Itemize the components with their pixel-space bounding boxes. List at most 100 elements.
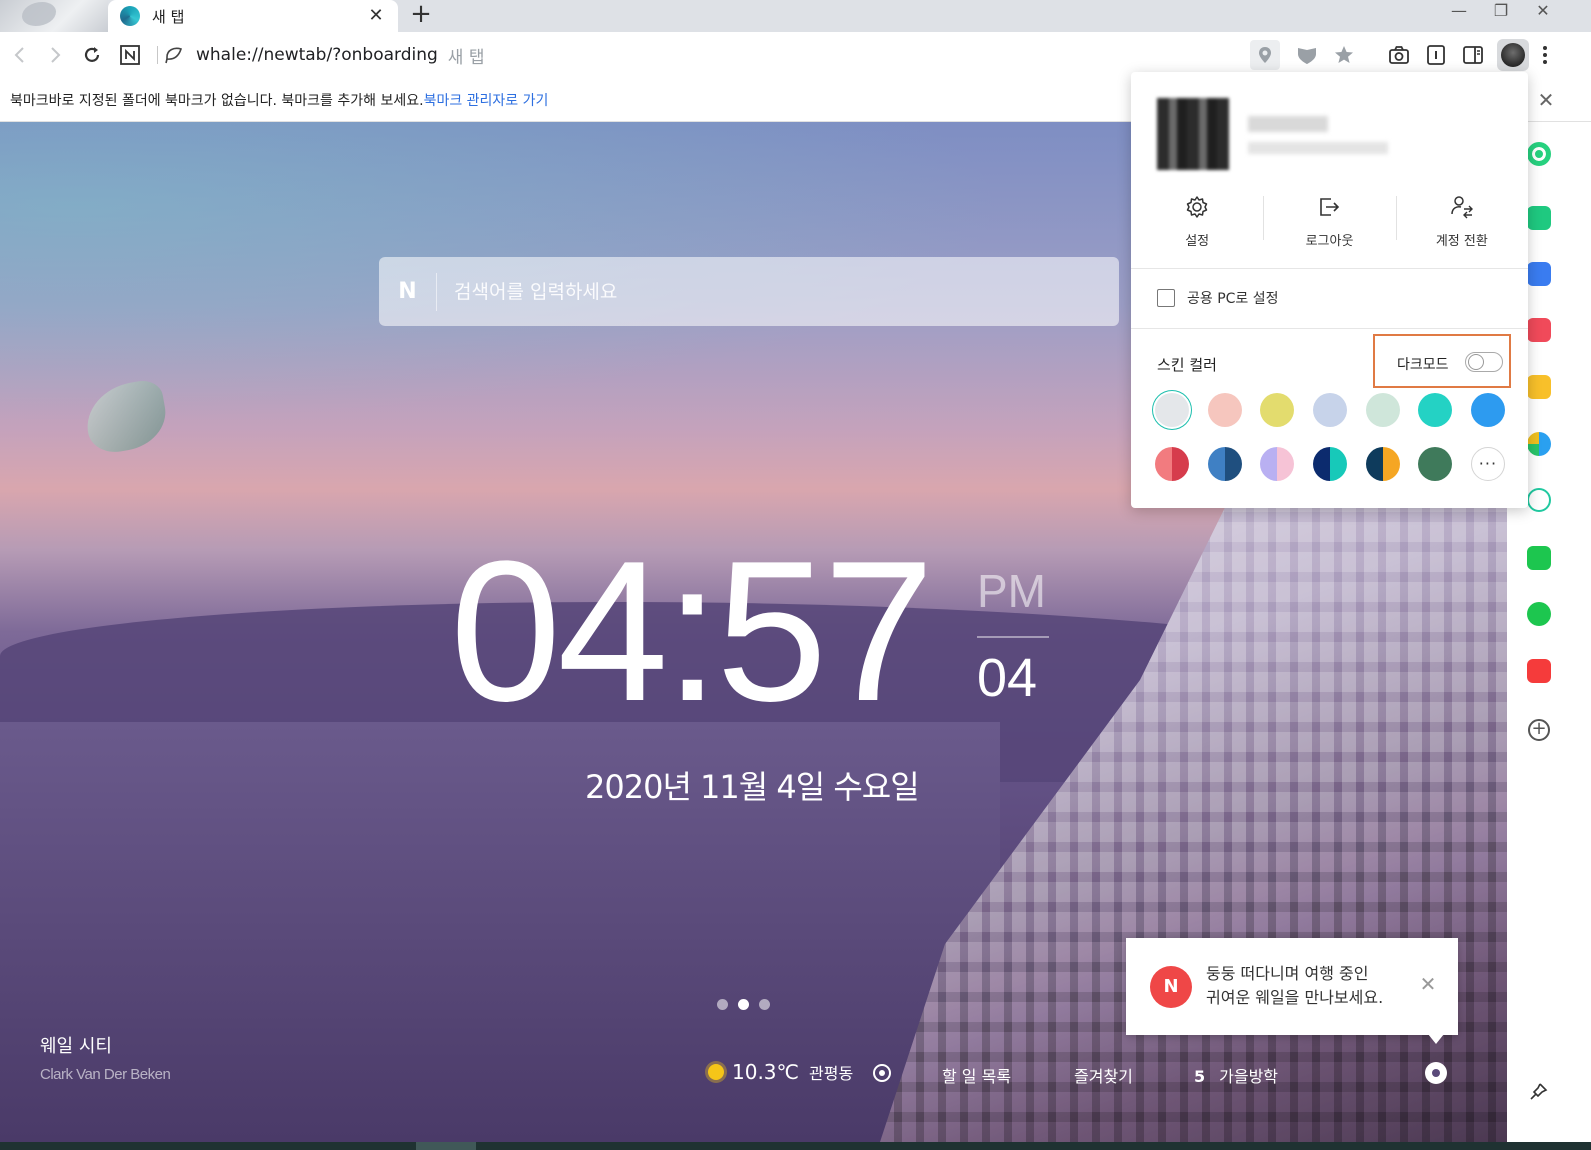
favorites-widget[interactable]: 즐겨찾기 (1074, 1063, 1133, 1087)
naver-n-icon (120, 45, 140, 65)
url-text: whale://newtab/?onboarding (196, 45, 438, 65)
logout-icon (1320, 198, 1340, 216)
public-pc-checkbox[interactable] (1157, 289, 1175, 307)
holiday-name: 가을방학 (1219, 1067, 1279, 1086)
skin-swatch[interactable] (1312, 393, 1347, 427)
profile-divider (1131, 328, 1528, 329)
url-page-label: 새 탭 (447, 47, 485, 68)
logout-button[interactable]: 로그아웃 (1263, 192, 1395, 249)
tab-close-icon[interactable]: ✕ (366, 6, 386, 26)
skin-color-label: 스킨 컬러 (1157, 356, 1217, 374)
window-close-button[interactable]: ✕ (1524, 0, 1562, 30)
switch-account-button[interactable]: 계정 전환 (1395, 192, 1528, 249)
switch-account-icon (1451, 196, 1473, 219)
public-pc-checkbox-row[interactable]: 공용 PC로 설정 (1157, 288, 1279, 308)
info-box-icon (1427, 45, 1445, 65)
url-separator (157, 46, 158, 64)
reload-button[interactable] (77, 40, 107, 70)
reload-icon (84, 47, 100, 62)
clock-divider (977, 636, 1049, 638)
sidebar-pocket-icon[interactable] (1527, 318, 1551, 342)
capture-button[interactable] (1384, 40, 1414, 70)
skin-swatch[interactable] (1418, 447, 1453, 481)
profile-email-redacted (1248, 142, 1388, 154)
skin-swatch[interactable] (1155, 447, 1189, 481)
naver-search-logo-icon: N (379, 272, 437, 311)
search-box[interactable]: N (379, 257, 1119, 326)
weather-widget[interactable]: 10.3℃ 관평동 (708, 1060, 853, 1084)
dark-mode-toggle[interactable] (1465, 352, 1503, 372)
toast-close-icon[interactable]: ✕ (1418, 974, 1438, 994)
kebab-menu-icon (1543, 46, 1547, 64)
location-pin-icon (1259, 47, 1271, 63)
carousel-dot-active[interactable] (738, 999, 749, 1010)
toast-line-2: 귀여운 웨일을 만나보세요. (1206, 988, 1384, 1007)
clock-minutes: 57 (716, 520, 934, 743)
profile-divider (1131, 268, 1528, 269)
reader-shield-button[interactable] (1292, 40, 1322, 70)
skin-swatch[interactable] (1260, 393, 1295, 427)
skin-swatch[interactable] (1470, 393, 1505, 427)
bookmark-manager-link[interactable]: 북마크 관리자로 가기 (424, 90, 549, 110)
avatar (1501, 43, 1525, 67)
sidebar-favorite-star-icon[interactable] (1527, 375, 1551, 399)
minimize-button[interactable]: — (1440, 0, 1478, 30)
skin-swatch[interactable] (1312, 447, 1347, 481)
omnibox[interactable]: whale://newtab/?onboarding 새 탭 (164, 40, 484, 70)
profile-menu: 설정 로그아웃 계정 전환 공용 PC로 설정 스킨 컬러 다크모드 ··· (1131, 72, 1528, 508)
sidebar-notification-bell-icon[interactable] (1527, 206, 1551, 230)
sidebar-pin-icon[interactable] (1525, 1082, 1551, 1108)
profile-avatar-button[interactable] (1497, 39, 1529, 71)
dark-mode-highlight: 다크모드 (1373, 334, 1511, 388)
bookmark-star-button[interactable] (1329, 40, 1359, 70)
sidebar-webtoon-icon[interactable] (1527, 546, 1551, 570)
skin-swatch[interactable] (1207, 393, 1242, 427)
carousel-dot[interactable] (759, 999, 770, 1010)
profile-name-redacted (1248, 116, 1328, 132)
whale-logo-area (0, 0, 108, 32)
os-taskbar (0, 1142, 1591, 1150)
forward-arrow-icon (51, 47, 61, 63)
tab-active[interactable]: 새 탭 ✕ (108, 0, 398, 32)
settings-button[interactable]: 설정 (1131, 192, 1263, 249)
search-input[interactable] (437, 280, 1119, 303)
toast-pointer (1428, 1034, 1444, 1044)
sidebar-translate-icon[interactable] (1527, 432, 1551, 456)
sidebar-now-icon[interactable] (1527, 659, 1551, 683)
main-menu-button[interactable] (1530, 40, 1560, 70)
info-panel-button[interactable] (1421, 40, 1451, 70)
sidebar-green-circle-icon[interactable] (1527, 142, 1551, 166)
skin-swatch[interactable] (1260, 447, 1295, 481)
new-tab-button[interactable]: + (408, 1, 434, 28)
forward-button[interactable] (40, 40, 70, 70)
skin-swatch[interactable] (1207, 447, 1242, 481)
camera-icon (1389, 46, 1409, 64)
skin-swatch-row-1 (1155, 393, 1505, 427)
skin-swatch[interactable] (1418, 393, 1453, 427)
bookmark-empty-message: 북마크바로 지정된 폴더에 북마크가 없습니다. 북마크를 추가해 보세요. (10, 92, 424, 109)
skin-swatch[interactable] (1155, 393, 1189, 427)
holiday-widget[interactable]: 5 가을방학 (1194, 1063, 1278, 1087)
clock-time: 04:57 (450, 520, 935, 743)
sidebar-play-icon[interactable] (1527, 488, 1551, 512)
todo-widget[interactable]: 할 일 목록 (942, 1063, 1011, 1087)
skin-swatch[interactable] (1365, 393, 1400, 427)
clock-ampm: PM (977, 565, 1046, 617)
location-button[interactable] (1250, 40, 1280, 70)
naver-home-button[interactable] (115, 40, 145, 70)
bookmark-bar-close-icon[interactable]: ✕ (1534, 88, 1558, 112)
sidebar-toolbox-icon[interactable] (1527, 262, 1551, 286)
sidebar-toggle-button[interactable] (1458, 40, 1488, 70)
skin-swatch[interactable] (1365, 447, 1400, 481)
clock-seconds: 04 (977, 648, 1038, 708)
carousel-dot[interactable] (717, 999, 728, 1010)
sidebar-memo-icon[interactable] (1527, 602, 1551, 626)
newtab-settings-gear-icon[interactable] (1425, 1062, 1447, 1084)
more-skins-button[interactable]: ··· (1470, 447, 1505, 481)
back-button[interactable] (5, 40, 35, 70)
restore-button[interactable]: ❐ (1482, 0, 1520, 30)
sidebar-add-icon[interactable]: + (1528, 719, 1550, 741)
location-refresh-button[interactable] (873, 1062, 891, 1082)
naver-n-badge-icon: N (1150, 966, 1192, 1008)
switch-account-label: 계정 전환 (1435, 234, 1488, 249)
